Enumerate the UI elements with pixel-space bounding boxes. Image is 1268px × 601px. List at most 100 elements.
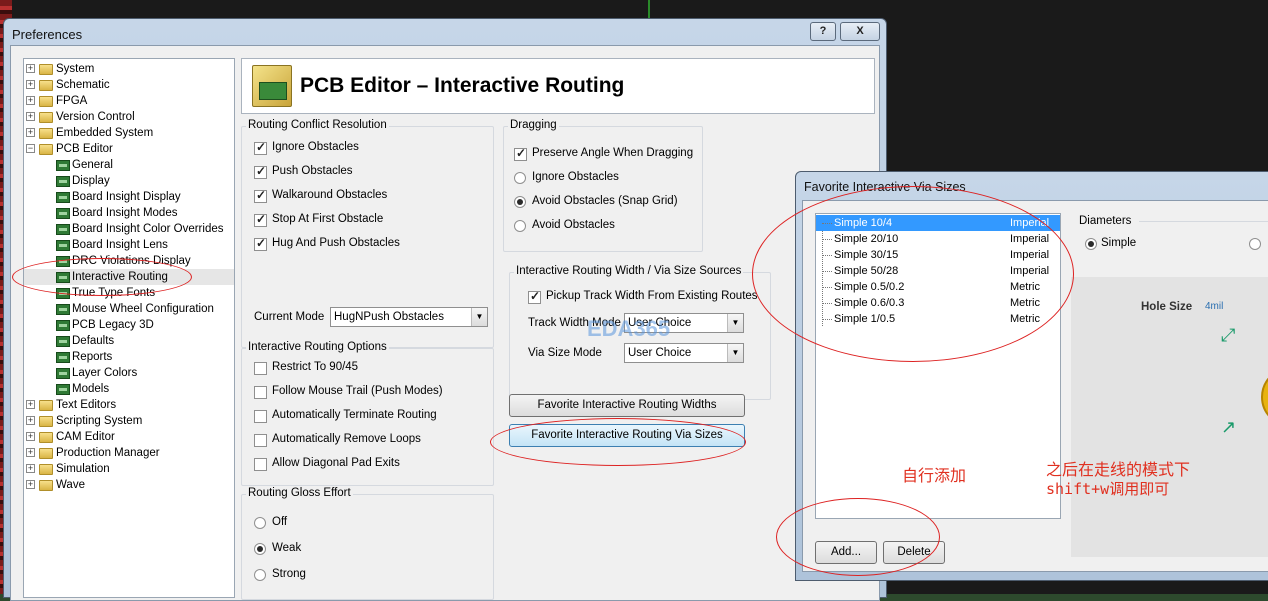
tree-item-label: Text Editors [56, 399, 117, 411]
routing-options-group-title: Interactive Routing Options [246, 341, 389, 353]
tree-item[interactable]: − PCB Editor [24, 141, 234, 157]
tree-item[interactable]: + FPGA [24, 93, 234, 109]
tree-item-label: PCB Legacy 3D [72, 319, 154, 331]
pickup-width-checkbox[interactable] [528, 289, 541, 304]
close-button[interactable]: X [840, 22, 880, 41]
tree-item[interactable]: + CAM Editor [24, 429, 234, 445]
routing-option-checkbox[interactable] [254, 458, 267, 471]
tree-item[interactable]: PCB Legacy 3D [24, 317, 234, 333]
tree-item[interactable]: Display [24, 173, 234, 189]
tree-item[interactable]: General [24, 157, 234, 173]
tree-item[interactable]: Models [24, 381, 234, 397]
conflict-option-checkbox[interactable] [254, 140, 267, 155]
routing-option-checkbox[interactable] [254, 386, 267, 399]
expand-icon[interactable]: + [26, 400, 35, 409]
conflict-option-checkbox[interactable] [254, 212, 267, 227]
drag-option-label: Ignore Obstacles [532, 171, 619, 183]
conflict-option-checkbox[interactable] [254, 188, 267, 203]
other-radio[interactable] [1249, 238, 1261, 250]
conflict-group: Routing Conflict Resolution Ignore Obsta… [241, 119, 494, 348]
favorite-widths-button[interactable]: Favorite Interactive Routing Widths [509, 394, 745, 417]
tree-item[interactable]: Mouse Wheel Configuration [24, 301, 234, 317]
folder-icon [39, 432, 53, 443]
dimension-arrow-icon: ↗ [1221, 417, 1237, 437]
tree-item[interactable]: + Text Editors [24, 397, 234, 413]
tree-item[interactable]: Layer Colors [24, 365, 234, 381]
page-icon [56, 176, 70, 187]
preferences-client: + System + Schematic + FPGA + Version Control + E… [10, 45, 880, 601]
routing-option-label: Automatically Terminate Routing [272, 409, 437, 421]
folder-icon [39, 464, 53, 475]
tree-item[interactable]: Board Insight Color Overrides [24, 221, 234, 237]
folder-icon [39, 400, 53, 411]
sources-group-title: Interactive Routing Width / Via Size Sou… [514, 265, 744, 277]
routing-option-checkbox[interactable] [254, 410, 267, 423]
page-icon [56, 240, 70, 251]
tree-item-label: Simulation [56, 463, 110, 475]
via-size-mode-value: User Choice [628, 347, 692, 359]
folder-icon [39, 480, 53, 491]
preserve-angle-checkbox[interactable] [514, 146, 527, 161]
drag-option-radio[interactable] [514, 196, 526, 208]
tree-item[interactable]: Board Insight Lens [24, 237, 234, 253]
tree-item-label: FPGA [56, 95, 88, 107]
tree-item[interactable]: + Scripting System [24, 413, 234, 429]
current-mode-select[interactable]: HugNPush Obstacles ▼ [330, 307, 488, 327]
tree-item[interactable]: + System [24, 61, 234, 77]
expand-icon[interactable]: + [26, 64, 35, 73]
tree-item[interactable]: Board Insight Modes [24, 205, 234, 221]
expand-icon[interactable]: + [26, 80, 35, 89]
expand-icon[interactable]: + [26, 480, 35, 489]
drag-option-radio[interactable] [514, 172, 526, 184]
gloss-option-radio[interactable] [254, 569, 266, 581]
collapse-icon[interactable]: − [26, 144, 35, 153]
preferences-window: Preferences ? X + System + Schematic + FPGA + V… [3, 18, 887, 601]
folder-icon [39, 112, 53, 123]
expand-icon[interactable]: + [26, 112, 35, 121]
expand-icon[interactable]: + [26, 448, 35, 457]
expand-icon[interactable]: + [26, 432, 35, 441]
routing-option-label: Restrict To 90/45 [272, 361, 359, 373]
routing-option-checkbox[interactable] [254, 434, 267, 447]
annotation-ellipse [490, 418, 746, 466]
drag-option-label: Avoid Obstacles [532, 219, 615, 231]
simple-radio[interactable] [1085, 238, 1097, 250]
tree-item[interactable]: Reports [24, 349, 234, 365]
folder-icon [39, 96, 53, 107]
routing-option-label: Follow Mouse Trail (Push Modes) [272, 385, 443, 397]
expand-icon[interactable]: + [26, 416, 35, 425]
conflict-option-label: Ignore Obstacles [272, 141, 359, 153]
tree-item-label: Production Manager [56, 447, 160, 459]
page-icon [56, 304, 70, 315]
tree-item[interactable]: Board Insight Display [24, 189, 234, 205]
tree-item-label: Reports [72, 351, 113, 363]
help-button[interactable]: ? [810, 22, 836, 41]
gloss-option-radio[interactable] [254, 517, 266, 529]
expand-icon[interactable]: + [26, 96, 35, 105]
gloss-option-label: Off [272, 516, 288, 528]
conflict-option-label: Walkaround Obstacles [272, 189, 388, 201]
via-size-mode-select[interactable]: User Choice ▼ [624, 343, 744, 363]
tree-item[interactable]: + Version Control [24, 109, 234, 125]
conflict-option-checkbox[interactable] [254, 236, 267, 251]
tree-item[interactable]: + Production Manager [24, 445, 234, 461]
tree-item[interactable]: + Embedded System [24, 125, 234, 141]
dragging-group-title: Dragging [508, 119, 559, 131]
settings-tree[interactable]: + System + Schematic + FPGA + Version Control + E… [23, 58, 235, 598]
page-icon [56, 336, 70, 347]
conflict-option-checkbox[interactable] [254, 164, 267, 179]
tree-item[interactable]: Defaults [24, 333, 234, 349]
expand-icon[interactable]: + [26, 128, 35, 137]
tree-item[interactable]: + Simulation [24, 461, 234, 477]
tree-item-label: Mouse Wheel Configuration [72, 303, 214, 315]
routing-option-checkbox[interactable] [254, 362, 267, 375]
chevron-down-icon: ▼ [727, 314, 743, 332]
drag-option-radio[interactable] [514, 220, 526, 232]
gloss-option-radio[interactable] [254, 543, 266, 555]
page-icon [56, 384, 70, 395]
tree-item[interactable]: + Wave [24, 477, 234, 493]
expand-icon[interactable]: + [26, 464, 35, 473]
dimension-arrow-icon: ⤢ [1221, 325, 1236, 345]
folder-icon [39, 144, 53, 155]
tree-item[interactable]: + Schematic [24, 77, 234, 93]
